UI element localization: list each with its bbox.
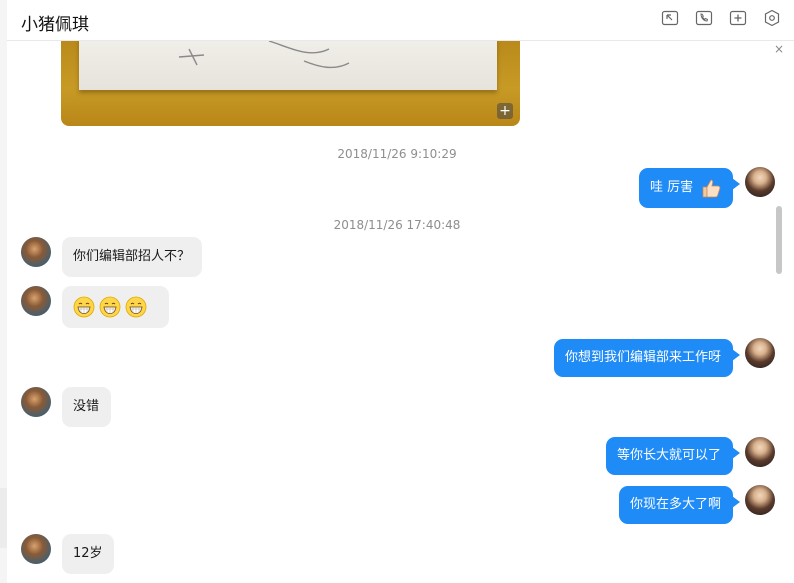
message-bubble-incoming[interactable]: 12岁 [62, 534, 114, 574]
message-text: 你们编辑部招人不？ [73, 249, 191, 264]
minimize-corner-icon[interactable] [661, 9, 679, 27]
avatar[interactable] [21, 237, 51, 267]
thumbs-up-icon [702, 179, 721, 197]
add-icon[interactable] [729, 9, 747, 27]
message-bubble-outgoing[interactable]: 等你长大就可以了 [606, 437, 740, 475]
message-bubble-incoming[interactable]: 你们编辑部招人不？ [62, 237, 202, 277]
message-text: 没错 [73, 399, 100, 414]
scrollbar-thumb[interactable] [776, 206, 782, 274]
avatar[interactable] [21, 387, 51, 417]
message-text: 你想到我们编辑部来工作呀 [565, 350, 722, 365]
phone-icon[interactable] [695, 9, 713, 27]
settings-hexagon-icon[interactable] [763, 9, 781, 27]
avatar[interactable] [745, 437, 775, 467]
chat-header: 小猪佩琪 [7, 0, 794, 41]
chat-title: 小猪佩琪 [21, 15, 89, 35]
message-bubble-outgoing[interactable]: 你现在多大了啊 [619, 486, 740, 524]
timestamp: 2018/11/26 17:40:48 [333, 218, 461, 232]
message-text: 12岁 [73, 546, 103, 561]
avatar[interactable] [745, 167, 775, 197]
grinning-face-icon [125, 296, 147, 317]
image-message[interactable]: + [61, 41, 520, 126]
expand-image-icon[interactable]: + [497, 103, 513, 119]
grinning-face-icon [99, 296, 121, 317]
message-bubble-outgoing[interactable]: 哇 厉害 [639, 168, 740, 208]
message-bubble-incoming[interactable]: 没错 [62, 387, 111, 427]
left-panel-edge-shade [0, 488, 7, 548]
avatar[interactable] [21, 534, 51, 564]
message-text: 哇 厉害 [650, 180, 694, 195]
paper-photo [79, 41, 497, 90]
avatar[interactable] [745, 338, 775, 368]
message-text: 你现在多大了啊 [630, 497, 722, 512]
avatar[interactable] [745, 485, 775, 515]
timestamp: 2018/11/26 9:10:29 [337, 147, 457, 161]
avatar[interactable] [21, 286, 51, 316]
message-bubble-outgoing[interactable]: 你想到我们编辑部来工作呀 [554, 339, 740, 377]
close-icon[interactable]: × [774, 42, 784, 56]
message-bubble-incoming[interactable] [62, 286, 169, 328]
message-text: 等你长大就可以了 [617, 448, 722, 463]
grinning-face-icon [73, 296, 95, 317]
